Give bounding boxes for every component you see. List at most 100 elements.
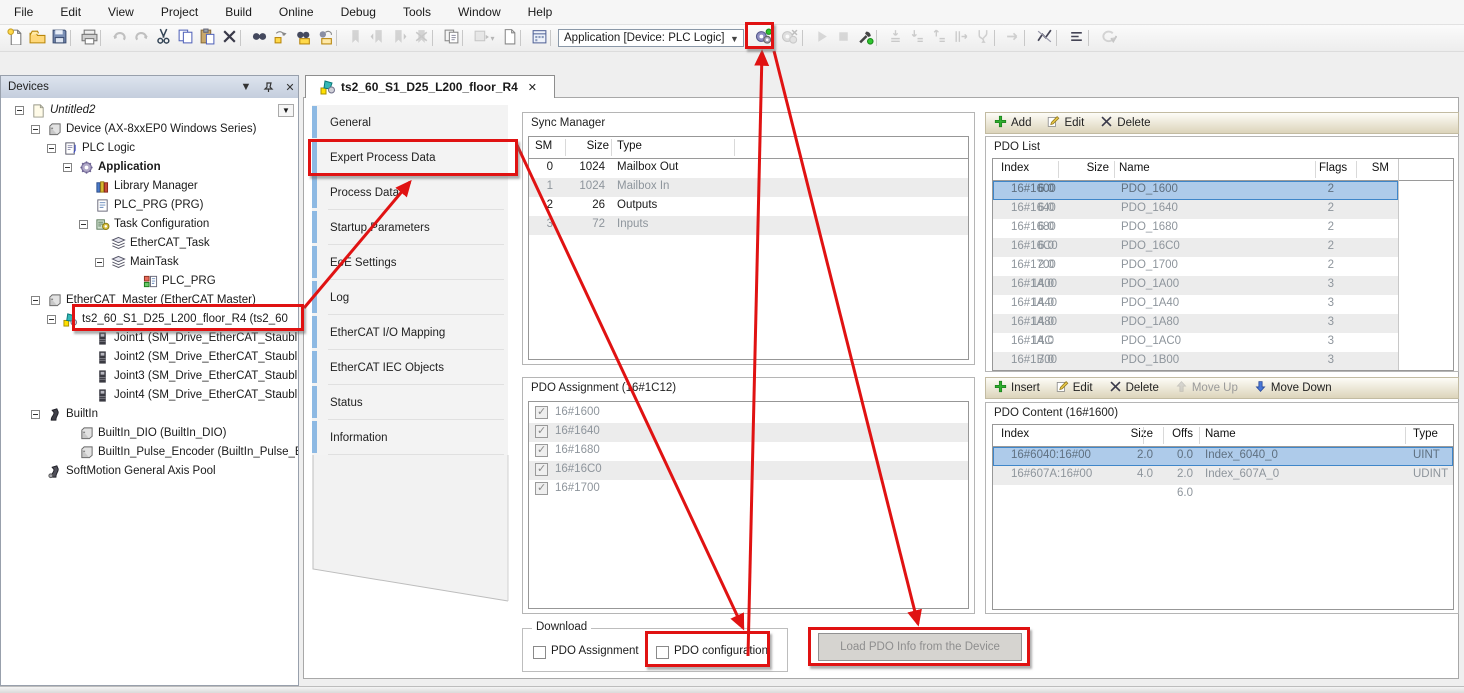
document-tab[interactable]: ts2_60_S1_D25_L200_floor_R4 ✕ [305, 75, 555, 98]
reset-button[interactable] [1096, 27, 1120, 49]
replace-button[interactable] [270, 27, 292, 49]
table-row[interactable]: 16#16C06.0PDO_16C02 [993, 238, 1398, 257]
table-row[interactable]: 6.0 [993, 485, 1453, 504]
table-row[interactable]: 01024Mailbox Out [529, 159, 968, 178]
copy-special-button[interactable] [440, 27, 462, 49]
tab-close-icon[interactable]: ✕ [528, 81, 537, 94]
pdo-assignment-checkbox[interactable] [533, 646, 546, 659]
table-row[interactable]: 16#1AC14.0PDO_1AC03 [993, 333, 1398, 352]
flow-control-button[interactable] [1032, 27, 1056, 49]
tree-item[interactable]: Library Manager [1, 177, 298, 196]
step-out-button[interactable] [928, 27, 950, 49]
pdo-assignment-row[interactable]: 16#1640 [529, 423, 968, 442]
redo-button[interactable] [130, 27, 152, 49]
menu-build[interactable]: Build [225, 5, 252, 19]
build-button[interactable] [854, 27, 876, 49]
insert-button[interactable]: Insert [994, 380, 1040, 396]
pin-icon[interactable] [260, 79, 276, 95]
tree-expander-icon[interactable] [31, 410, 40, 419]
tree-item[interactable]: Application [1, 158, 298, 177]
tree-item[interactable]: Device (AX-8xxEP0 Windows Series) [1, 120, 298, 139]
pdo-assignment-row[interactable]: 16#16C0 [529, 461, 968, 480]
tree-expander-icon[interactable] [15, 106, 24, 115]
open-button[interactable] [26, 27, 48, 49]
tree-item[interactable]: Joint3 (SM_Drive_EtherCAT_Staubli_ [1, 367, 298, 386]
menu-online[interactable]: Online [279, 5, 314, 19]
blank-page-button[interactable] [498, 27, 520, 49]
tree-item[interactable]: BuiltIn_DIO (BuiltIn_DIO) [1, 424, 298, 443]
tree-item[interactable]: Task Configuration [1, 215, 298, 234]
tab-ethercat-iec-objects[interactable]: EtherCAT IEC Objects [312, 350, 508, 385]
table-row[interactable]: 226Outputs [529, 197, 968, 216]
stop-button[interactable] [832, 27, 854, 49]
tree-item[interactable]: Joint2 (SM_Drive_EtherCAT_Staubli_ [1, 348, 298, 367]
tab-eoe-settings[interactable]: EoE Settings [312, 245, 508, 280]
move-down-button[interactable]: Move Down [1254, 380, 1332, 396]
table-row[interactable]: 16#16806.0PDO_16802 [993, 219, 1398, 238]
table-row[interactable]: 16#607A:16#004.02.0Index_607A_0UDINT [993, 466, 1453, 485]
undo-button[interactable] [108, 27, 130, 49]
delete-button[interactable]: Delete [1100, 115, 1150, 131]
run-to-cursor-button[interactable] [950, 27, 972, 49]
find-in-files-button[interactable] [292, 27, 314, 49]
edit-button[interactable]: Edit [1056, 380, 1093, 396]
tree-item[interactable]: Joint1 (SM_Drive_EtherCAT_Staubli_ [1, 329, 298, 348]
new-button[interactable] [4, 27, 26, 49]
tree-expander-icon[interactable] [95, 258, 104, 267]
move-up-button[interactable]: Move Up [1175, 380, 1238, 396]
delete-button[interactable]: Delete [1109, 380, 1159, 396]
paste-button[interactable] [196, 27, 218, 49]
bookmark-clear-button[interactable] [410, 27, 432, 49]
tree-combo-arrow-icon[interactable]: ▼ [278, 104, 294, 117]
table-row[interactable]: 16#16006.0PDO_16002 [993, 181, 1398, 200]
pdo-assignment-row[interactable]: 16#1600 [529, 404, 968, 423]
print-button[interactable] [78, 27, 100, 49]
tab-status[interactable]: Status [312, 385, 508, 420]
tree-item[interactable]: EtherCAT_Task [1, 234, 298, 253]
menu-window[interactable]: Window [458, 5, 501, 19]
tree-item[interactable]: Untitled2▼ [1, 101, 298, 120]
tree-item[interactable]: Joint4 (SM_Drive_EtherCAT_Staubli_ [1, 386, 298, 405]
pdo-checkbox[interactable] [535, 425, 548, 438]
tab-startup-parameters[interactable]: Startup Parameters [312, 210, 508, 245]
tree-expander-icon[interactable] [63, 163, 72, 172]
menu-file[interactable]: File [14, 5, 33, 19]
tab-general[interactable]: General [312, 105, 508, 140]
menu-debug[interactable]: Debug [341, 5, 376, 19]
project-settings-button[interactable] [528, 27, 550, 49]
tree-item[interactable]: EtherCAT_Master (EtherCAT Master) [1, 291, 298, 310]
table-row[interactable]: 16#16406.0PDO_16402 [993, 200, 1398, 219]
load-pdo-info-button[interactable]: Load PDO Info from the Device [818, 633, 1022, 661]
bookmark-prev-button[interactable] [366, 27, 388, 49]
tree-item[interactable]: BuiltIn_Pulse_Encoder (BuiltIn_Pulse_Enc [1, 443, 298, 462]
add-button[interactable]: Add [994, 115, 1031, 131]
tab-information[interactable]: Information [312, 420, 508, 455]
tab-ethercat-i-o-mapping[interactable]: EtherCAT I/O Mapping [312, 315, 508, 350]
logout-button[interactable] [776, 27, 802, 49]
table-row[interactable]: 16#1A4014.0PDO_1A403 [993, 295, 1398, 314]
replace-in-files-button[interactable] [314, 27, 336, 49]
chevron-down-icon[interactable]: ▼ [238, 79, 254, 95]
pdo-checkbox[interactable] [535, 482, 548, 495]
tree-expander-icon[interactable] [31, 296, 40, 305]
table-row[interactable]: 11024Mailbox In [529, 178, 968, 197]
table-row[interactable]: 16#1A8014.0PDO_1A803 [993, 314, 1398, 333]
tab-log[interactable]: Log [312, 280, 508, 315]
pdo-checkbox[interactable] [535, 444, 548, 457]
bookmark-next-button[interactable] [388, 27, 410, 49]
table-row[interactable]: 372Inputs [529, 216, 968, 235]
chevron-down-icon[interactable]: ▾ [490, 34, 494, 43]
delete-button[interactable] [218, 27, 240, 49]
chevron-down-icon[interactable]: ▼ [728, 32, 741, 45]
login-button[interactable] [750, 27, 776, 49]
tree-expander-icon[interactable] [31, 125, 40, 134]
application-selector[interactable]: Application [Device: PLC Logic]▼ [558, 29, 744, 47]
tab-expert-process-data[interactable]: Expert Process Data [312, 140, 508, 175]
copy-button[interactable] [174, 27, 196, 49]
tree-item[interactable]: ts2_60_S1_D25_L200_floor_R4 (ts2_60 [1, 310, 298, 329]
pdo-assignment-row[interactable]: 16#1680 [529, 442, 968, 461]
step-over-button[interactable] [884, 27, 906, 49]
menu-edit[interactable]: Edit [60, 5, 81, 19]
tree-expander-icon[interactable] [47, 144, 56, 153]
table-row[interactable]: 16#6040:16#002.00.0Index_6040_0UINT [993, 447, 1453, 466]
